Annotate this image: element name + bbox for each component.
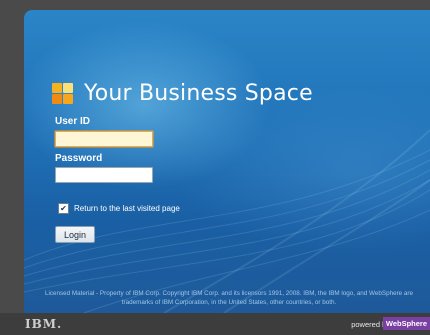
footer-bar: IBM. powered by WebSphere	[0, 313, 430, 335]
checkmark-icon: ✔	[60, 203, 67, 213]
app-title: Your Business Space	[84, 81, 313, 106]
user-id-label: User ID	[55, 116, 91, 127]
login-panel: Your Business Space User ID Password ✔ R…	[24, 10, 430, 313]
websphere-badge: WebSphere	[382, 317, 430, 330]
remember-checkbox[interactable]: ✔	[58, 203, 69, 214]
ibm-logo: IBM.	[25, 317, 63, 331]
page-frame: Your Business Space User ID Password ✔ R…	[0, 0, 430, 335]
legal-notice: Licensed Material - Property of IBM Corp…	[44, 290, 414, 306]
remember-row: ✔ Return to the last visited page	[58, 203, 180, 214]
business-space-logo-icon	[52, 82, 74, 105]
user-id-input[interactable]	[55, 131, 153, 147]
login-button[interactable]: Login	[55, 226, 95, 243]
password-label: Password	[55, 153, 103, 164]
password-input[interactable]	[55, 167, 153, 183]
app-title-group: Your Business Space	[52, 81, 313, 106]
remember-label[interactable]: Return to the last visited page	[74, 204, 180, 213]
